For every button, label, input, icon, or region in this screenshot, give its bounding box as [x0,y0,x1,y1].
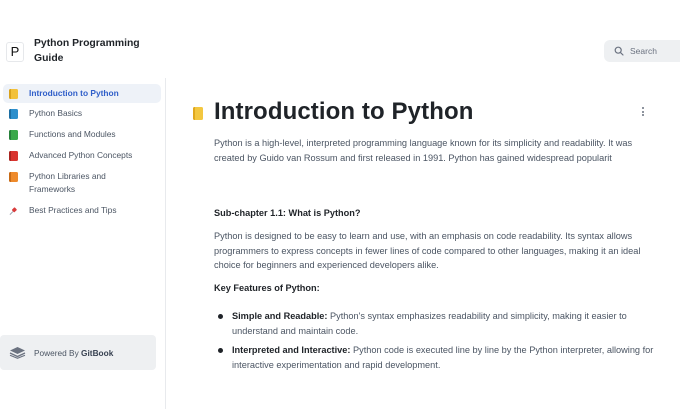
sidebar-item-label: Functions and Modules [29,129,116,139]
yellow-book-icon [9,89,18,99]
subchapter-heading: Sub-chapter 1.1: What is Python? [214,208,361,218]
features-heading: Key Features of Python: [214,283,320,293]
powered-by-text: Powered By GitBook [34,347,114,358]
red-book-icon [9,151,18,161]
powered-by-gitbook[interactable]: Powered By GitBook [0,335,156,370]
blue-book-icon [9,109,18,119]
sidebar-item-python-libraries-and-frameworks[interactable]: Python Libraries and Frameworks [3,170,161,200]
sidebar-item-functions-and-modules[interactable]: Functions and Modules [3,128,161,145]
search-icon [614,46,624,56]
gitbook-stack-icon [9,347,26,359]
pushpin-icon [9,207,17,215]
green-book-icon [9,130,18,140]
search-label: Search [630,46,657,56]
sidebar-item-python-basics[interactable]: Python Basics [3,107,161,124]
page-title: Introduction to Python [214,98,474,125]
sidebar-item-label: Python Libraries and Frameworks [29,171,106,194]
sidebar-item-label: Best Practices and Tips [29,205,117,215]
intro-paragraph: Python is a high-level, interpreted prog… [214,138,633,163]
orange-book-icon [9,172,18,182]
features-list: Simple and Readable: Python's syntax emp… [218,309,658,377]
more-options-icon[interactable] [641,107,645,119]
yellow-book-icon [193,107,203,120]
search-button[interactable]: Search [604,40,680,62]
main-content: Introduction to Python Python is a high-… [166,78,680,409]
sidebar-item-advanced-python-concepts[interactable]: Advanced Python Concepts [3,149,161,166]
list-item: Interpreted and Interactive: Python code… [218,343,658,372]
sidebar-item-label: Python Basics [29,108,83,118]
sidebar-item-introduction-to-python[interactable]: Introduction to Python [3,84,161,103]
sidebar-item-label: Introduction to Python [29,88,119,98]
site-title[interactable]: Python Programming Guide [34,36,154,66]
top-header: P Python Programming Guide Search [0,0,680,78]
sidebar-item-label: Advanced Python Concepts [29,150,133,160]
sidebar-item-best-practices-and-tips[interactable]: Best Practices and Tips [3,204,161,221]
list-item: Simple and Readable: Python's syntax emp… [218,309,658,338]
scroll-fade [166,374,680,409]
what-is-python-paragraph: Python is designed to be easy to learn a… [214,231,641,270]
site-logo[interactable]: P [6,42,24,62]
powered-by-brand: GitBook [81,347,114,358]
